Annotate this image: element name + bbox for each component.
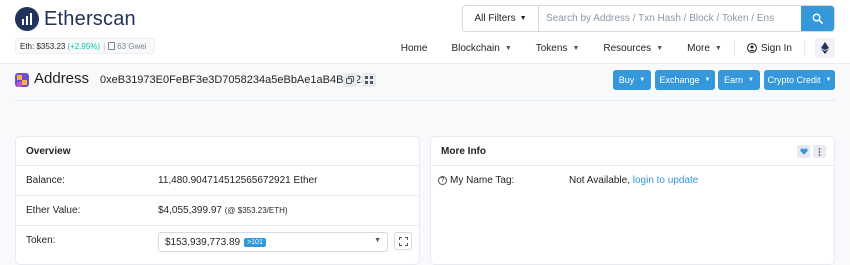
nav-tokens-label: Tokens — [535, 42, 568, 54]
more-info-card-title: More Info — [441, 145, 486, 157]
token-value: $153,939,773.89 — [165, 236, 241, 248]
chevron-down-icon: ▼ — [656, 44, 664, 52]
eth-price: Eth: $353.23 — [20, 41, 66, 51]
nav-sign-in[interactable]: Sign In — [741, 43, 804, 54]
ether-value: $4,055,399.97 — [158, 205, 222, 216]
ticker-separator: | — [103, 41, 106, 51]
name-tag-label-group: ? My Name Tag: — [438, 175, 514, 186]
token-holdings-dropdown[interactable]: $153,939,773.89 >101 ▼ — [158, 232, 388, 252]
etherscan-logo[interactable]: Etherscan — [15, 6, 136, 32]
gas-pump-icon — [108, 42, 116, 50]
chevron-down-icon: ▼ — [704, 77, 711, 83]
network-switch-button[interactable] — [815, 38, 835, 58]
crypto-credit-button-label: Crypto Credit — [767, 75, 821, 85]
buy-button-label: Buy — [618, 75, 635, 85]
nav-sign-in-label: Sign In — [760, 42, 792, 54]
search-filter-label: All Filters — [474, 13, 516, 24]
name-tag-value: Not Available, — [569, 175, 630, 186]
buy-button[interactable]: Buy ▼ — [613, 70, 651, 90]
nav-divider — [804, 40, 805, 56]
nav-resources[interactable]: Resources ▼ — [591, 43, 675, 54]
name-tag-value-group: Not Available, login to update — [569, 175, 698, 186]
nav-more[interactable]: More ▼ — [675, 43, 734, 54]
qr-code-button[interactable] — [362, 73, 376, 87]
ethereum-icon — [821, 42, 829, 54]
name-tag-label: My Name Tag: — [450, 175, 515, 186]
kebab-icon — [818, 147, 821, 156]
chevron-down-icon: ▼ — [504, 44, 512, 52]
gas-price[interactable]: 63 Gwei — [117, 42, 146, 51]
title-divider — [15, 100, 835, 101]
crypto-credit-button[interactable]: Crypto Credit ▼ — [764, 70, 835, 90]
nav-blockchain[interactable]: Blockchain ▼ — [439, 43, 523, 54]
chevron-down-icon: ▼ — [374, 237, 381, 244]
login-to-update-link[interactable]: login to update — [633, 175, 699, 186]
search-filter-dropdown[interactable]: All Filters ▼ — [463, 6, 539, 31]
copy-icon — [346, 76, 354, 84]
qr-code-icon — [365, 76, 373, 84]
address-hash: 0xeB31973E0FeBF3e3D7058234a5eBbAe1aB4B8c… — [100, 74, 368, 86]
chevron-down-icon: ▼ — [639, 77, 646, 83]
search-icon — [812, 13, 823, 24]
nav-home-label: Home — [400, 42, 428, 54]
token-row: Token: $153,939,773.89 >101 ▼ — [16, 226, 419, 256]
ether-value-group: $4,055,399.97 (@ $353.23/ETH) — [158, 205, 288, 216]
search-bar: All Filters ▼ — [462, 5, 835, 32]
search-button[interactable] — [801, 6, 834, 31]
ether-value-row: Ether Value: $4,055,399.97 (@ $353.23/ET… — [16, 196, 419, 226]
exchange-button[interactable]: Exchange ▼ — [655, 70, 715, 90]
chevron-down-icon: ▼ — [519, 15, 527, 22]
eth-price-ticker: Eth: $353.23 (+2.95%) | 63 Gwei — [15, 38, 155, 54]
balance-row: Balance: 11,480.904714512565672921 Ether — [16, 166, 419, 196]
exchange-button-label: Exchange — [659, 75, 700, 85]
search-input[interactable] — [539, 6, 801, 31]
user-circle-icon — [746, 43, 757, 53]
name-tag-row: ? My Name Tag: Not Available, login to u… — [431, 166, 834, 196]
site-header: Etherscan Eth: $353.23 (+2.95%) | 63 Gwe… — [0, 0, 850, 64]
overview-card: Overview Balance: 11,480.904714512565672… — [15, 136, 420, 265]
chevron-down-icon: ▼ — [825, 77, 832, 83]
etherscan-logo-icon — [15, 7, 39, 31]
expand-token-view-button[interactable] — [394, 232, 412, 250]
token-count-badge: >101 — [244, 237, 266, 247]
eth-price-change: (+2.95%) — [67, 41, 101, 51]
address-identicon-icon — [15, 73, 29, 87]
page-title: Address — [34, 70, 90, 87]
ether-value-rate: (@ $353.23/ETH) — [224, 206, 288, 215]
expand-icon — [398, 236, 408, 246]
earn-button[interactable]: Earn ▼ — [718, 70, 760, 90]
more-options-button[interactable] — [813, 145, 826, 158]
more-info-card: More Info ? My Name Tag: Not Available, … — [430, 136, 835, 265]
heart-icon — [799, 148, 808, 155]
more-info-header: More Info — [431, 137, 834, 166]
main-nav: Home Blockchain ▼ Tokens ▼ Resources ▼ More… — [389, 38, 850, 58]
overview-card-title: Overview — [16, 137, 419, 166]
question-circle-icon: ? — [438, 176, 447, 185]
chevron-down-icon: ▼ — [748, 77, 754, 83]
nav-divider — [733, 40, 735, 56]
chevron-down-icon: ▼ — [572, 44, 580, 52]
address-title-bar: Address 0xeB31973E0FeBF3e3D7058234a5eBbA… — [15, 70, 835, 92]
token-label: Token: — [26, 235, 56, 246]
nav-resources-label: Resources — [603, 42, 652, 54]
ether-value-label: Ether Value: — [26, 205, 81, 216]
chevron-down-icon: ▼ — [714, 44, 722, 52]
earn-button-label: Earn — [724, 75, 744, 85]
copy-address-button[interactable] — [343, 73, 357, 87]
nav-home[interactable]: Home — [389, 43, 440, 54]
favorite-button[interactable] — [797, 145, 810, 158]
nav-tokens[interactable]: Tokens ▼ — [524, 43, 592, 54]
balance-value: 11,480.904714512565672921 Ether — [158, 175, 318, 186]
balance-label: Balance: — [26, 175, 65, 186]
brand-name: Etherscan — [44, 7, 136, 30]
nav-blockchain-label: Blockchain — [451, 42, 500, 54]
nav-more-label: More — [687, 42, 710, 54]
